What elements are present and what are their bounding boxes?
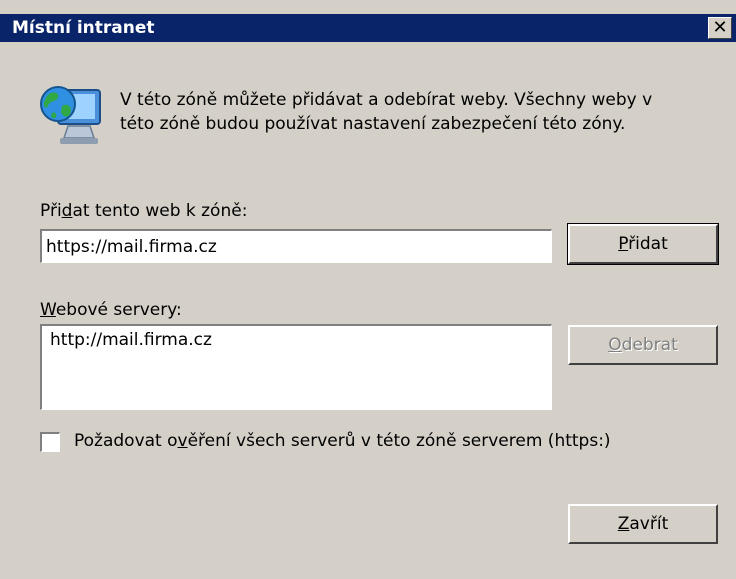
close-window-button[interactable]: ✕ xyxy=(708,17,732,39)
require-https-access-key: v xyxy=(177,431,188,451)
servers-label-access-key: W xyxy=(40,300,56,320)
remove-button[interactable]: Odebrat xyxy=(568,325,718,365)
list-item[interactable]: http://mail.firma.cz xyxy=(50,330,543,350)
add-button-label: řidat xyxy=(628,234,668,254)
dialog-body: V této zóně můžete přidávat a odebírat w… xyxy=(0,42,736,579)
add-site-label-part: Při xyxy=(40,201,62,221)
servers-label-text: ebové servery: xyxy=(55,300,182,320)
window-title: Místní intranet xyxy=(12,18,155,38)
add-site-label-access-key: d xyxy=(61,201,73,221)
remove-button-label: debrat xyxy=(621,335,678,355)
close-button-label: avřít xyxy=(629,514,669,534)
require-https-label[interactable]: Požadovat ověření všech serverů v této z… xyxy=(74,431,611,451)
require-https-checkbox[interactable] xyxy=(40,432,60,452)
title-bar[interactable]: Místní intranet ✕ xyxy=(0,14,736,42)
info-text-line-2: této zóně budou používat nastavení zabez… xyxy=(120,114,626,134)
require-https-label-part: Požadovat o xyxy=(74,431,178,451)
add-site-input[interactable] xyxy=(40,229,552,263)
servers-label: Webové servery: xyxy=(40,300,182,320)
add-site-label: Přidat tento web k zóně: xyxy=(40,201,247,221)
local-intranet-dialog: Místní intranet ✕ V této zóně můžete při… xyxy=(0,0,736,579)
require-https-label-part: ěření všech serverů v této zóně serverem… xyxy=(187,431,611,451)
servers-list[interactable]: http://mail.firma.cz xyxy=(40,324,552,410)
remove-button-access-key: O xyxy=(608,335,622,355)
close-button[interactable]: Zavřít xyxy=(568,504,718,544)
close-button-access-key: Z xyxy=(617,514,630,534)
close-icon: ✕ xyxy=(712,17,728,38)
add-site-label-part: at tento web k zóně: xyxy=(72,201,248,221)
computer-globe-icon xyxy=(40,86,101,144)
add-button[interactable]: Přidat xyxy=(567,223,719,265)
add-button-access-key: P xyxy=(618,234,629,254)
info-text: V této zóně můžete přidávat a odebírat w… xyxy=(120,88,720,136)
info-text-line-1: V této zóně můžete přidávat a odebírat w… xyxy=(120,90,653,110)
